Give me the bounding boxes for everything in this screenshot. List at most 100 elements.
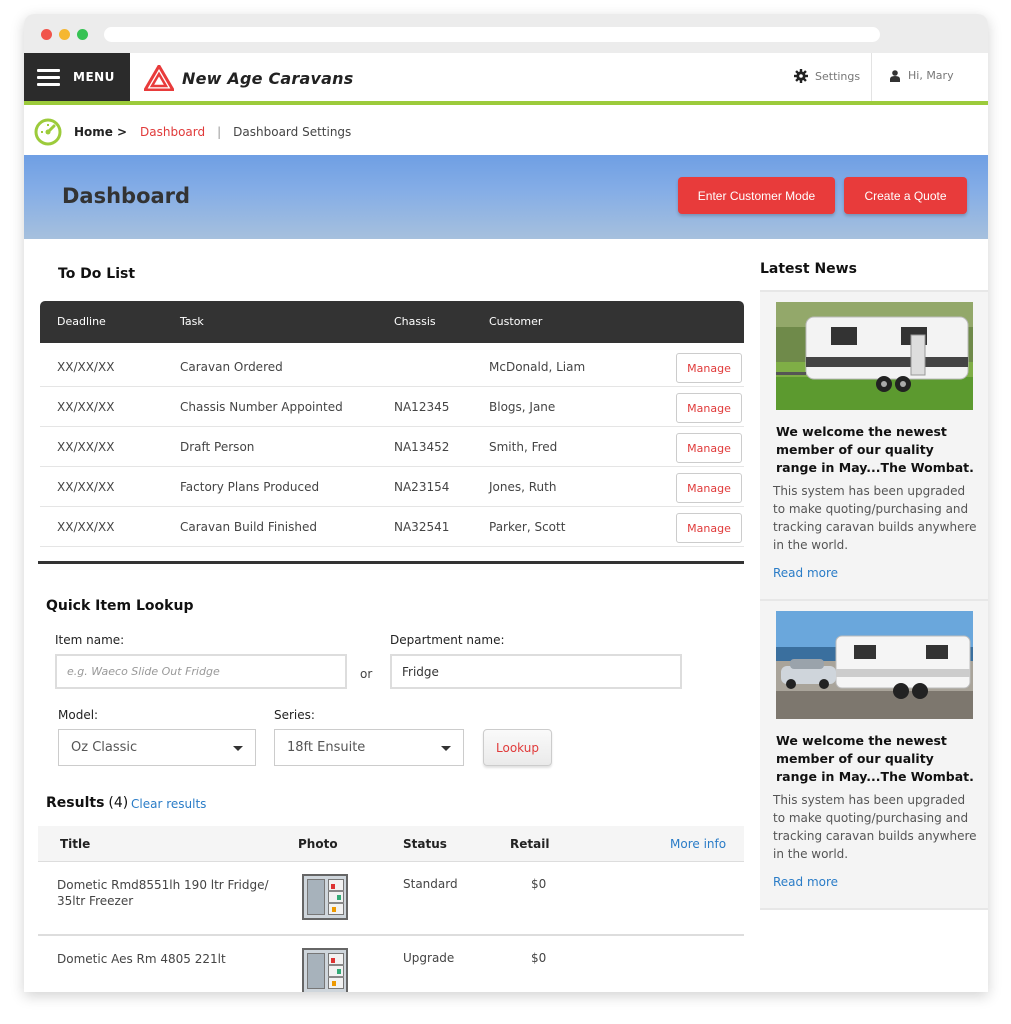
chevron-down-icon (233, 746, 243, 751)
menu-button[interactable]: MENU (24, 53, 130, 101)
address-bar[interactable] (104, 27, 880, 42)
breadcrumb-home[interactable]: Home (74, 125, 113, 139)
top-navigation-bar: MENU New Age Caravans Settings Hi, Mary (24, 53, 988, 102)
row-customer: McDonald, Liam (489, 360, 586, 374)
breadcrumb-separator: | (217, 125, 222, 139)
table-row: XX/XX/XX Draft Person NA13452 Smith, Fre… (40, 427, 744, 467)
row-chassis: NA12345 (394, 400, 450, 414)
row-chassis: NA32541 (394, 520, 450, 534)
results-table-header: Title Photo Status Retail More info (38, 826, 744, 862)
item-name-input[interactable]: e.g. Waeco Slide Out Fridge (55, 654, 347, 689)
model-select-value: Oz Classic (71, 740, 138, 755)
row-deadline: XX/XX/XX (57, 520, 115, 534)
manage-button[interactable]: Manage (676, 433, 742, 463)
enter-customer-mode-button[interactable]: Enter Customer Mode (678, 177, 835, 214)
hamburger-icon (37, 68, 60, 86)
read-more-link[interactable]: Read more (773, 875, 838, 889)
fridge-photo (302, 874, 348, 920)
user-menu[interactable]: Hi, Mary (890, 69, 954, 82)
window-close-dot[interactable] (41, 29, 52, 40)
news-body: This system has been upgraded to make qu… (773, 793, 977, 861)
column-header-deadline: Deadline (57, 315, 106, 328)
column-header-status: Status (403, 837, 447, 851)
chevron-down-icon (441, 746, 451, 751)
result-retail: $0 (531, 951, 547, 965)
caravan-photo (776, 611, 973, 719)
clear-results-link[interactable]: Clear results (131, 797, 206, 811)
column-header-task: Task (180, 315, 204, 328)
column-header-title: Title (60, 837, 91, 851)
latest-news-title: Latest News (760, 261, 857, 277)
row-chassis: NA23154 (394, 480, 450, 494)
user-icon (890, 69, 900, 82)
manage-button[interactable]: Manage (676, 353, 742, 383)
department-name-input[interactable]: Fridge (390, 654, 682, 689)
dashboard-banner: Dashboard Enter Customer Mode Create a Q… (24, 155, 988, 239)
department-name-label: Department name: (390, 633, 505, 647)
row-deadline: XX/XX/XX (57, 360, 115, 374)
quick-lookup-title: Quick Item Lookup (46, 598, 194, 614)
news-card: We welcome the newest member of our qual… (760, 290, 988, 601)
row-chassis: NA13452 (394, 440, 450, 454)
breadcrumb-current: Dashboard Settings (233, 125, 352, 139)
more-info-link[interactable]: More info (670, 837, 726, 851)
results-title: Results (46, 795, 105, 811)
topbar-divider (871, 53, 872, 101)
settings-link[interactable]: Settings (794, 69, 860, 83)
manage-button[interactable]: Manage (676, 473, 742, 503)
news-body: This system has been upgraded to make qu… (773, 484, 977, 552)
brand-name: New Age Caravans (182, 68, 354, 88)
news-heading: We welcome the newest member of our qual… (776, 733, 974, 784)
settings-label: Settings (815, 69, 861, 83)
row-task: Factory Plans Produced (180, 480, 320, 494)
results-count: (4) (108, 795, 129, 811)
table-row: XX/XX/XX Caravan Build Finished NA32541 … (40, 507, 744, 547)
user-greeting: Hi, Mary (908, 69, 954, 82)
speedometer-icon (34, 118, 62, 146)
column-header-customer: Customer (489, 315, 543, 328)
row-task: Chassis Number Appointed (180, 400, 343, 414)
result-status: Upgrade (403, 951, 455, 965)
caravan-photo (776, 302, 973, 410)
table-row[interactable]: Dometic Rmd8551lh 190 ltr Fridge/ 35ltr … (38, 862, 744, 936)
result-title-line: Dometic Rmd8551lh 190 ltr Fridge/ (57, 878, 269, 892)
row-task: Draft Person (180, 440, 255, 454)
news-card: We welcome the newest member of our qual… (760, 599, 988, 910)
todo-table-bottom-rule (38, 561, 744, 564)
result-title-line: 35ltr Freezer (57, 894, 134, 908)
topbar-accent-line (24, 101, 988, 105)
column-header-photo: Photo (298, 837, 338, 851)
browser-chrome (24, 14, 988, 53)
manage-button[interactable]: Manage (676, 513, 742, 543)
create-quote-button[interactable]: Create a Quote (844, 177, 967, 214)
manage-button[interactable]: Manage (676, 393, 742, 423)
breadcrumb-chevron: > (116, 125, 127, 139)
news-heading: We welcome the newest member of our qual… (776, 424, 974, 475)
window-maximize-dot[interactable] (77, 29, 88, 40)
brand-logo[interactable]: New Age Caravans (144, 65, 353, 91)
latest-news-sidebar: Latest News We welcome the newest member… (760, 239, 988, 992)
result-status: Standard (403, 877, 458, 891)
window-minimize-dot[interactable] (59, 29, 70, 40)
column-header-chassis: Chassis (394, 315, 436, 328)
read-more-link[interactable]: Read more (773, 566, 838, 580)
breadcrumb-dashboard[interactable]: Dashboard (140, 125, 205, 139)
model-select[interactable]: Oz Classic (58, 729, 256, 766)
row-deadline: XX/XX/XX (57, 400, 115, 414)
or-label: or (360, 667, 373, 681)
browser-window: MENU New Age Caravans Settings Hi, Mary … (24, 14, 988, 992)
table-row: XX/XX/XX Chassis Number Appointed NA1234… (40, 387, 744, 427)
todo-list-title: To Do List (58, 266, 136, 282)
series-select[interactable]: 18ft Ensuite (274, 729, 464, 766)
column-header-retail: Retail (510, 837, 550, 851)
fridge-photo (302, 948, 348, 992)
row-task: Caravan Build Finished (180, 520, 317, 534)
lookup-button[interactable]: Lookup (483, 729, 552, 766)
table-row[interactable]: Dometic Aes Rm 4805 221lt Upgrade $0 (38, 936, 744, 992)
gear-icon (794, 69, 808, 83)
breadcrumb: Home > Dashboard | Dashboard Settings (34, 112, 351, 152)
result-title: Dometic Aes Rm 4805 221lt (57, 951, 226, 967)
result-retail: $0 (531, 877, 547, 891)
row-task: Caravan Ordered (180, 360, 283, 374)
page-title: Dashboard (62, 184, 191, 208)
